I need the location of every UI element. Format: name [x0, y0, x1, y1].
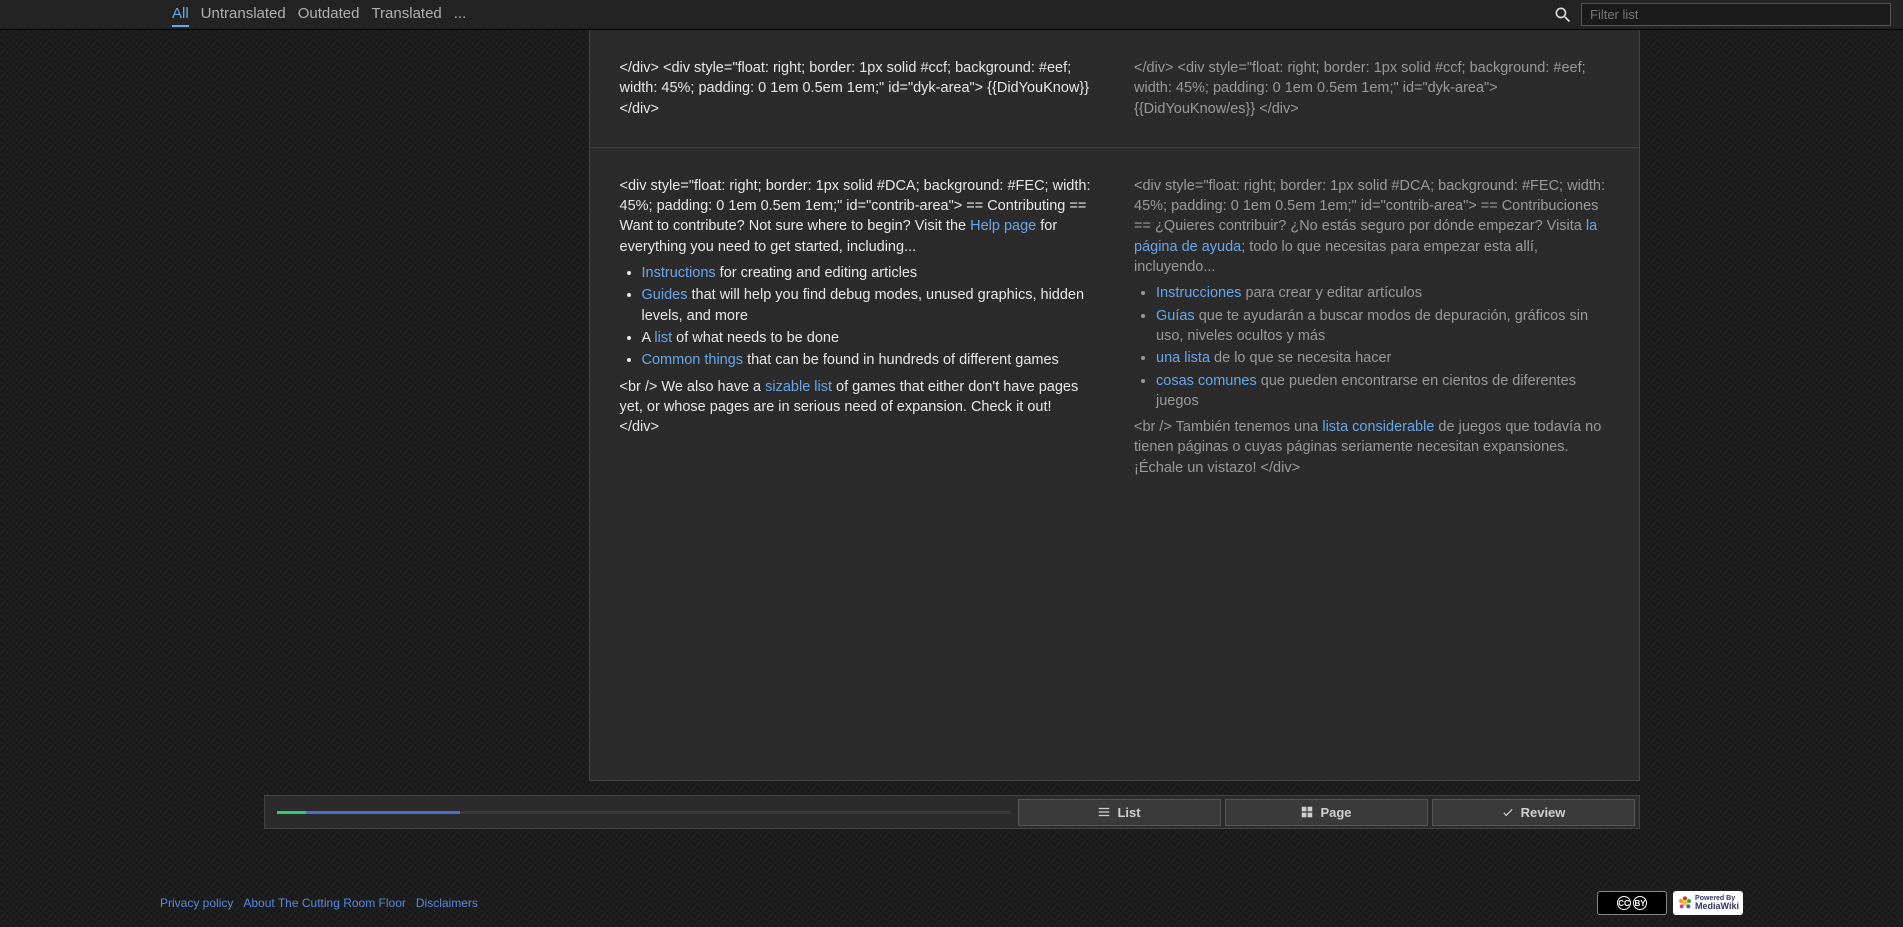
common-things-link[interactable]: cosas comunes: [1156, 373, 1257, 389]
list-item: cosas comunes que pueden encontrarse en …: [1156, 371, 1609, 412]
disclaimers-link[interactable]: Disclaimers: [416, 896, 478, 910]
mediawiki-badge[interactable]: Powered ByMediaWiki: [1673, 891, 1743, 915]
translation-unit[interactable]: </div> <div style="float: right; border:…: [590, 30, 1639, 148]
common-things-link[interactable]: Common things: [642, 352, 744, 368]
grid-icon: [1300, 805, 1314, 819]
tab-untranslated[interactable]: Untranslated: [201, 2, 286, 27]
footer-links: Privacy policy About The Cutting Room Fl…: [160, 896, 478, 910]
list-button[interactable]: List: [1018, 799, 1221, 826]
help-page-link[interactable]: Help page: [970, 218, 1036, 234]
tab-all[interactable]: All: [172, 2, 189, 27]
list-item: Instrucciones para crear y editar artícu…: [1156, 283, 1609, 303]
sizable-list-link[interactable]: sizable list: [765, 379, 832, 395]
list-item: Guides that will help you find debug mod…: [642, 285, 1095, 326]
list-item: Instructions for creating and editing ar…: [642, 263, 1095, 283]
tab-translated[interactable]: Translated: [371, 2, 441, 27]
mediawiki-icon: [1677, 895, 1693, 911]
footer-badges: CCBY Powered ByMediaWiki: [1597, 891, 1743, 915]
list-item: una lista de lo que se necesita hacer: [1156, 348, 1609, 368]
content-area: </div> <div style="float: right; border:…: [0, 30, 1903, 781]
page-button[interactable]: Page: [1225, 799, 1428, 826]
translation-list: </div> <div style="float: right; border:…: [589, 30, 1640, 781]
tab-more[interactable]: ...: [454, 2, 467, 27]
check-icon: [1501, 805, 1515, 819]
sizable-list-link[interactable]: lista considerable: [1322, 419, 1434, 435]
search-icon[interactable]: [1551, 3, 1575, 27]
guides-link[interactable]: Guides: [642, 287, 688, 303]
about-link[interactable]: About The Cutting Room Floor: [243, 896, 406, 910]
filter-tabs: All Untranslated Outdated Translated ...: [172, 2, 466, 27]
privacy-link[interactable]: Privacy policy: [160, 896, 233, 910]
bottom-bar: List Page Review: [264, 795, 1640, 829]
cc-badge[interactable]: CCBY: [1597, 891, 1667, 915]
topbar: All Untranslated Outdated Translated ...: [0, 0, 1903, 30]
target-text: <div style="float: right; border: 1px so…: [1134, 176, 1609, 478]
list-icon: [1097, 805, 1111, 819]
instructions-link[interactable]: Instructions: [642, 265, 716, 281]
tab-outdated[interactable]: Outdated: [298, 2, 360, 27]
review-button[interactable]: Review: [1432, 799, 1635, 826]
list-item: Guías que te ayudarán a buscar modos de …: [1156, 306, 1609, 347]
footer: Privacy policy About The Cutting Room Fl…: [0, 879, 1903, 927]
target-text: </div> <div style="float: right; border:…: [1134, 58, 1609, 119]
progress-blue: [306, 811, 460, 814]
translation-unit[interactable]: <div style="float: right; border: 1px so…: [590, 148, 1639, 506]
guides-link[interactable]: Guías: [1156, 308, 1195, 324]
list-item: Common things that can be found in hundr…: [642, 350, 1095, 370]
instructions-link[interactable]: Instrucciones: [1156, 285, 1241, 301]
search-container: [1551, 3, 1891, 27]
list-link[interactable]: una lista: [1156, 350, 1210, 366]
list-item: A list of what needs to be done: [642, 328, 1095, 348]
progress-bar: [277, 811, 1010, 814]
source-text: <div style="float: right; border: 1px so…: [620, 176, 1095, 478]
progress-green: [277, 811, 306, 814]
source-text: </div> <div style="float: right; border:…: [620, 58, 1095, 119]
view-buttons: List Page Review: [1018, 799, 1635, 826]
search-input[interactable]: [1581, 3, 1891, 26]
list-link[interactable]: list: [654, 330, 672, 346]
